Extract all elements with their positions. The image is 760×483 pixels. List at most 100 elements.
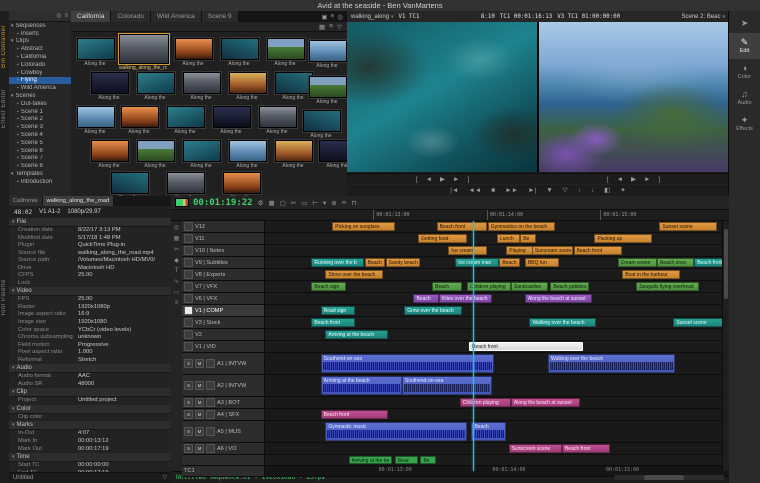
bin-clip[interactable]: Along the [213,106,251,135]
track-selector-button[interactable] [184,294,193,303]
bin-clip[interactable]: walking_along_the_road [119,34,169,71]
track-selector-button[interactable] [184,282,193,291]
section-header-time[interactable]: ▾Time [9,453,171,462]
track-header[interactable]: V9 | Subtitles [182,257,265,268]
track-lane[interactable]: Beach frontWalking over the beachSunset … [265,317,729,328]
track-header[interactable]: V3 | Stock [182,317,265,328]
timeline-clip[interactable]: Sandcastles [511,282,548,291]
track-header[interactable]: V6 | VFX [182,293,265,304]
timeline-clip[interactable]: Walking over the beach [548,354,675,373]
project-bin-flying[interactable]: ▪Flying [9,77,71,85]
waveform-icon[interactable]: ∿ [174,278,179,285]
project-folder-clips[interactable]: ▾Clips [9,38,71,46]
timeline-clip[interactable]: Packing up [594,234,652,243]
segment-icon[interactable]: ▭ [174,289,180,296]
solo-button[interactable]: S [184,359,193,368]
timeline-clip[interactable]: Beach front [469,342,582,351]
zoom-icon[interactable]: ⊕ [330,199,337,207]
track-selector-button[interactable] [184,222,193,231]
go-to-start-button[interactable]: |◄ [450,185,458,196]
frame-view-icon[interactable]: ▣ [321,13,327,21]
bin-clip[interactable]: Along the [309,76,347,105]
track-header[interactable]: SMA6 | VO [182,443,265,454]
solo-button[interactable]: S [184,381,193,390]
track-lane[interactable]: Picking on sunglassBeach frontGymnastics… [265,221,729,232]
track-lane[interactable]: Beach front [265,409,729,420]
fast-forward-button[interactable]: ►► [505,185,518,196]
bin-clip[interactable]: Along the [167,172,205,196]
track-lane[interactable]: Show over the beachBoat in the harbour [265,269,729,280]
solo-button[interactable]: S [184,410,193,419]
track-header[interactable]: V2 [182,329,265,340]
bin-clip[interactable]: Along the [91,72,129,101]
timeline-clip[interactable]: Beach sign [311,282,345,291]
mute-button[interactable]: M [195,381,204,390]
timeline-clip[interactable]: Be [520,234,536,243]
timeline-clip[interactable]: Getting food [418,234,466,243]
workspace-color[interactable]: ◑Color [729,59,760,85]
track-header[interactable]: V12 [182,221,265,232]
timeline-clip[interactable]: Running over the b [311,258,364,267]
track-lane[interactable]: Beach front [265,341,729,352]
workspace-pointer[interactable]: ➤ [729,14,760,33]
project-bin-scene-4[interactable]: ▪Scene 4 [9,131,71,139]
timeline-clip[interactable]: Arriving at the beach [321,376,402,395]
scissors-icon[interactable]: ✂ [290,199,297,207]
extract-button[interactable]: ↓ [591,185,594,196]
track-selector-button[interactable] [206,410,215,419]
project-bin-cowboy[interactable]: ▪Cowboy [9,69,71,77]
timeline-clip[interactable]: Southend-on-sea [321,354,495,373]
timeline-clip[interactable]: Beach [499,258,520,267]
track-lane[interactable]: Sunscreen sceneBeach front [265,443,729,454]
rewind-button[interactable]: ◄◄ [468,185,481,196]
lift-button[interactable]: ↑ [578,185,581,196]
go-to-end-button[interactable]: ►| [528,185,536,196]
bin-clip[interactable]: Along the [303,110,341,139]
project-bin-scene-1[interactable]: ▪Scene 1 [9,108,71,116]
mute-button[interactable]: M [195,398,204,407]
project-bin-scene-5[interactable]: ▪Scene 5 [9,139,71,147]
solo-button[interactable]: S [184,427,193,436]
filter-icon[interactable]: ▽ [337,23,342,31]
track-header[interactable]: V11 [182,233,265,244]
timeline-clip[interactable]: Show over the beach [325,270,383,279]
track-selector-button[interactable] [206,444,215,453]
project-folder-templates[interactable]: ▾Templates [9,170,71,178]
track-header[interactable]: V1 | VID [182,341,265,352]
link-icon[interactable]: ∞ [341,199,348,207]
track-lane[interactable]: Children playingAlong the beach at sunse… [265,397,729,408]
track-header[interactable]: TC1 [182,466,265,476]
track-selector-button[interactable] [206,398,215,407]
segment-icon[interactable]: ▭ [300,199,308,207]
track-lane[interactable]: Road signGrow over the beach [265,305,729,316]
project-bin-scene-6[interactable]: ▪Scene 6 [9,147,71,155]
project-bin-scene-7[interactable]: ▪Scene 7 [9,155,71,163]
track-header[interactable]: SMA2 | INTVW [182,375,265,396]
timeline-clip[interactable]: Be [420,456,436,464]
timeline-clip[interactable]: Ice cream man [455,258,499,267]
trim-icon[interactable]: ⊢ [311,199,319,207]
timeline-clip[interactable]: Beach front [562,444,610,453]
timeline-clip[interactable]: Cream scene [618,258,657,267]
timeline-clip[interactable]: Sunset scene [673,318,724,327]
timeline-clip[interactable]: Kites over the beach [439,294,492,303]
timeline-clip[interactable]: Grow over the beach [404,306,462,315]
timeline-clip[interactable]: Picking on sunglass [332,222,394,231]
track-selector-button[interactable] [184,270,193,279]
timeline-clip[interactable]: Beach m [365,258,386,267]
bin-clip[interactable]: Along the [267,38,305,67]
bin-clip[interactable]: Along the [121,106,159,135]
section-header-marks[interactable]: ▾Marks [9,421,171,430]
section-header-audio[interactable]: ▾Audio [9,364,171,373]
timeline-clip[interactable]: Along the beach at sunset [511,398,580,407]
mute-button[interactable]: M [195,410,204,419]
bin-clip[interactable]: Along the [77,106,115,135]
timeline-clip[interactable]: Sunset scene [659,222,717,231]
project-bin-inserts[interactable]: ▪Inserts [9,30,71,38]
bin-tab-colorado[interactable]: Colorado [111,11,150,22]
track-lane[interactable]: Gymnastic musicBeach [265,421,729,442]
bin-clip[interactable]: Along the [229,140,267,169]
track-lane[interactable]: Arriving at the beachSouthend-on-sea [265,375,729,396]
bin-tab-wild-america[interactable]: Wild America [151,11,202,22]
snap-icon[interactable]: ⊓ [350,199,357,207]
